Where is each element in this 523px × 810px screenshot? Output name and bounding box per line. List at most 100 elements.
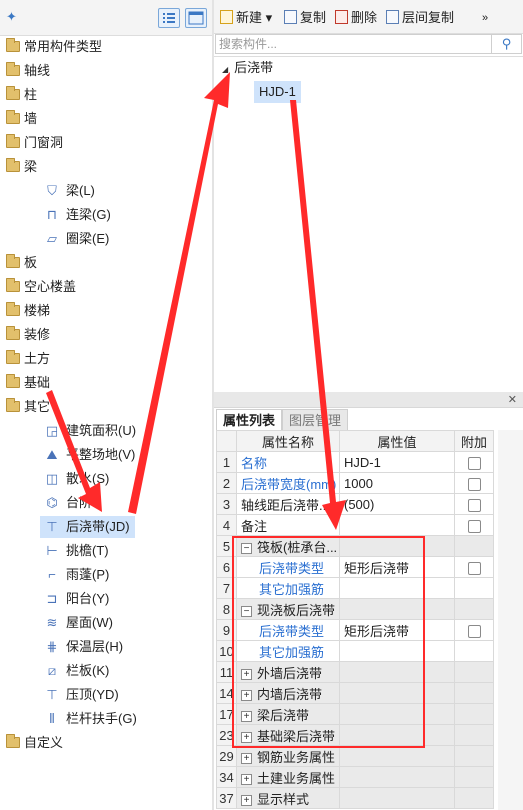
tree-item[interactable]: ▱ 圈梁(E) — [0, 227, 212, 251]
tree-folder[interactable]: 梁 — [0, 155, 212, 179]
expand-icon[interactable]: + — [241, 752, 252, 764]
component-item-selected[interactable]: HJD-1 — [254, 81, 301, 103]
property-row[interactable]: 11 + 外墙后浇带 — [216, 661, 494, 683]
extra-checkbox[interactable] — [467, 456, 481, 470]
expand-icon[interactable]: + — [241, 731, 252, 743]
close-icon[interactable]: ✕ — [508, 392, 517, 408]
expand-icon[interactable]: + — [241, 794, 252, 806]
folder-icon — [6, 734, 20, 748]
tree-folder[interactable]: 板 — [0, 251, 212, 275]
property-row[interactable]: 29 + 钢筋业务属性 — [216, 745, 494, 767]
tree-folder[interactable]: 其它 — [0, 395, 212, 419]
expand-icon[interactable]: + — [241, 773, 252, 785]
property-row[interactable]: 7 其它加强筋 — [216, 577, 494, 599]
tab-property-list[interactable]: 属性列表 — [216, 409, 283, 430]
property-value[interactable]: HJD-1 — [339, 451, 455, 473]
tree-item[interactable]: ⫴ 栏杆扶手(G) — [0, 707, 212, 731]
tree-item[interactable]: ≋ 屋面(W) — [0, 611, 212, 635]
property-row[interactable]: 14 + 内墙后浇带 — [216, 682, 494, 704]
tab-layer-management[interactable]: 图层管理 — [282, 409, 349, 430]
property-row[interactable]: 23 + 基础梁后浇带 — [216, 724, 494, 746]
tree-folder[interactable]: 基础 — [0, 371, 212, 395]
property-row[interactable]: 9 后浇带类型 矩形后浇带 — [216, 619, 494, 641]
tree-item[interactable]: ⋕ 保温层(H) — [0, 635, 212, 659]
tree-item[interactable]: ⛰ 平整场地(V) — [0, 443, 212, 467]
floor-copy-button[interactable]: 层间复制 — [386, 8, 454, 28]
tree-item[interactable]: ⛉ 梁(L) — [0, 179, 212, 203]
property-value[interactable]: 矩形后浇带 — [339, 556, 455, 578]
property-value[interactable] — [339, 514, 455, 536]
property-value[interactable]: 矩形后浇带 — [339, 619, 455, 641]
row-number: 6 — [216, 556, 237, 578]
property-row[interactable]: 8− 现浇板后浇带 — [216, 598, 494, 620]
tree-item[interactable]: ⊤ 压顶(YD) — [0, 683, 212, 707]
property-row[interactable]: 1 名称 HJD-1 — [216, 451, 494, 473]
property-row[interactable]: 2 后浇带宽度(mm) 1000 — [216, 472, 494, 494]
tree-folder[interactable]: 装修 — [0, 323, 212, 347]
property-row[interactable]: 3 轴线距后浇带... (500) — [216, 493, 494, 515]
search-icon[interactable]: ⚲ — [492, 34, 522, 54]
property-value[interactable]: (500) — [339, 493, 455, 515]
extra-checkbox[interactable] — [467, 624, 481, 638]
apron-icon: ◫ — [45, 471, 59, 486]
collapse-icon[interactable]: − — [241, 542, 252, 554]
row-number: 3 — [216, 493, 237, 515]
extra-checkbox[interactable] — [467, 498, 481, 512]
delete-button[interactable]: 删除 — [335, 8, 377, 28]
expand-icon[interactable]: + — [241, 689, 252, 701]
tree-folder[interactable]: 土方 — [0, 347, 212, 371]
tree-folder[interactable]: 柱 — [0, 83, 212, 107]
list-view-button[interactable] — [158, 8, 180, 28]
extra-checkbox[interactable] — [467, 519, 481, 533]
extra-checkbox[interactable] — [467, 477, 481, 491]
tree-item[interactable]: ⊓ 连梁(G) — [0, 203, 212, 227]
extra-checkbox[interactable] — [467, 561, 481, 575]
tree-folder[interactable]: 空心楼盖 — [0, 275, 212, 299]
property-row[interactable]: 34 + 土建业务属性 — [216, 766, 494, 788]
group-label: 现浇板后浇带 — [257, 602, 336, 618]
component-group-node[interactable]: ◢ 后浇带 — [222, 58, 273, 78]
property-row[interactable]: 4 备注 — [216, 514, 494, 536]
tree-item[interactable]: ◲ 建筑面积(U) — [0, 419, 212, 443]
tree-item[interactable]: ⌐ 雨蓬(P) — [0, 563, 212, 587]
sparkle-icon[interactable]: ✦ — [6, 9, 17, 25]
search-input[interactable]: 搜索构件... — [215, 34, 492, 54]
tree-item[interactable]: ⊢ 挑檐(T) — [0, 539, 212, 563]
expand-icon[interactable]: + — [241, 668, 252, 680]
property-value[interactable]: 1000 — [339, 472, 455, 494]
tree-item[interactable]: ◫ 散水(S) — [0, 467, 212, 491]
tree-folder[interactable]: 墙 — [0, 107, 212, 131]
tree-label: 板 — [24, 255, 38, 270]
property-row[interactable]: 6 后浇带类型 矩形后浇带 — [216, 556, 494, 578]
tree-item[interactable]: ⊐ 阳台(Y) — [0, 587, 212, 611]
copy-button[interactable]: 复制 — [284, 8, 326, 28]
tree-folder[interactable]: 门窗洞 — [0, 131, 212, 155]
extra-cell — [454, 451, 494, 473]
component-type-panel: ✦ 常用构件类型 轴线柱墙门窗洞梁 ⛉ 梁(L) ⊓ 连梁(G) ▱ 圈梁(E) 板空心楼盖 楼梯… — [0, 0, 212, 810]
property-value[interactable] — [339, 640, 455, 662]
tree-item[interactable]: ⌬ 台阶 — [0, 491, 212, 515]
tree-label: 保温层(H) — [66, 639, 124, 654]
railing-icon: ⫴ — [49, 711, 55, 726]
property-row[interactable]: 10 其它加强筋 — [216, 640, 494, 662]
tree-folder[interactable]: 轴线 — [0, 59, 212, 83]
tree-folder[interactable]: 楼梯 — [0, 299, 212, 323]
collapse-icon[interactable]: − — [241, 605, 252, 617]
property-row[interactable]: 17 + 梁后浇带 — [216, 703, 494, 725]
expand-icon[interactable]: + — [241, 710, 252, 722]
tree-folder[interactable]: 自定义 — [0, 731, 212, 755]
new-button[interactable]: 新建 ▾ — [220, 8, 272, 28]
property-value[interactable] — [339, 577, 455, 599]
row-number: 14 — [216, 682, 237, 704]
column-header-value: 属性值 — [339, 430, 455, 452]
group-label: 基础梁后浇带 — [257, 728, 336, 744]
property-row[interactable]: 5− 筏板(桩承台... — [216, 535, 494, 557]
toolbar-overflow-button[interactable]: » — [482, 8, 488, 28]
tree-item[interactable]: ⊤ 后浇带(JD) — [0, 515, 212, 539]
tree-folder[interactable]: 常用构件类型 — [0, 35, 212, 59]
property-row[interactable]: 37 + 显示样式 — [216, 787, 494, 809]
collapse-arrow-icon[interactable]: ◢ — [222, 65, 228, 74]
tree-item[interactable]: ⧄ 栏板(K) — [0, 659, 212, 683]
panel-view-button[interactable] — [185, 8, 207, 28]
eave-icon: ⊢ — [46, 543, 58, 558]
